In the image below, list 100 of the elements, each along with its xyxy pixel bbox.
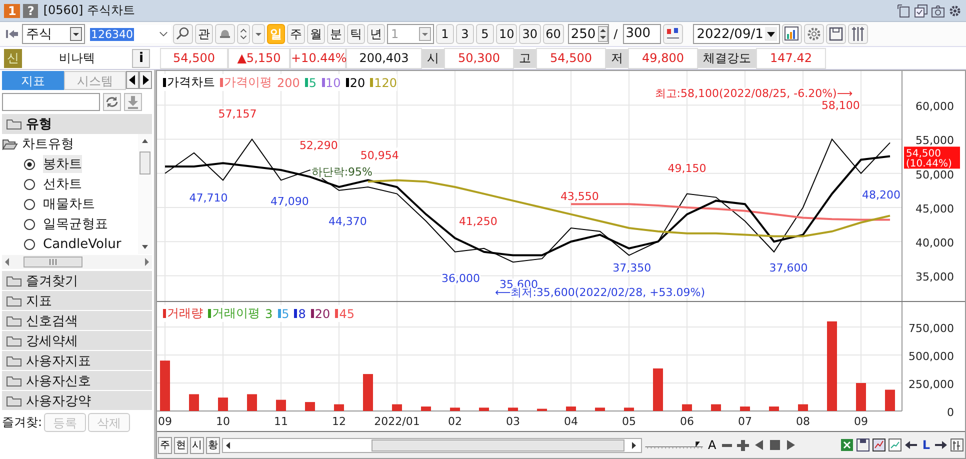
window-check-icon[interactable] — [914, 4, 928, 18]
search-icon[interactable] — [173, 24, 193, 44]
dropdown-icon[interactable] — [70, 27, 82, 41]
legend-item: 8 — [294, 305, 306, 322]
folder-item[interactable]: 사용자강약 — [2, 391, 152, 410]
radio-button[interactable] — [24, 198, 35, 210]
view-button[interactable]: 황 — [206, 436, 220, 454]
dropdown-icon[interactable] — [765, 27, 778, 41]
price-annotation: 하단락:95% — [311, 165, 372, 178]
date-select[interactable]: 2022/09/1 — [692, 24, 780, 44]
settings-icon[interactable] — [948, 4, 962, 18]
price-annotation: 57,157 — [218, 107, 257, 120]
refresh-icon[interactable] — [103, 93, 121, 111]
section-header[interactable]: 유형 — [2, 114, 152, 134]
last-button[interactable]: L — [920, 438, 932, 452]
period-tab[interactable]: 월 — [307, 24, 325, 44]
camera-icon[interactable] — [931, 4, 945, 18]
new-listing-badge: 신 — [4, 48, 22, 68]
legend-item: 5 — [304, 74, 317, 91]
tools-icon[interactable] — [950, 438, 964, 452]
interval-button[interactable]: 3 — [456, 24, 474, 44]
price-annotation: 37,350 — [612, 262, 652, 275]
stock-name: 비나텍 — [58, 50, 96, 66]
period-tab[interactable]: 틱 — [347, 24, 365, 44]
folder-item[interactable]: 즐겨찾기 — [2, 271, 152, 290]
plus-icon[interactable] — [736, 438, 750, 452]
chart-type-option[interactable]: 매물차트 — [43, 195, 95, 213]
info-button[interactable]: i — [132, 48, 150, 68]
axis-label: 05 — [622, 415, 636, 428]
tree-label[interactable]: 차트유형 — [22, 135, 74, 153]
radio-button[interactable] — [24, 238, 35, 250]
radio-button[interactable] — [24, 158, 35, 170]
dropdown-caret-icon[interactable] — [252, 24, 265, 44]
period-tab[interactable]: 년 — [367, 24, 385, 44]
radio-button[interactable] — [24, 178, 35, 190]
period-tab[interactable]: 분 — [327, 24, 345, 44]
right-arrow-icon[interactable] — [934, 438, 948, 452]
axis-label: 09 — [854, 415, 868, 428]
chart-type-option[interactable]: 선차트 — [43, 175, 82, 193]
interval-button[interactable]: 10 — [496, 24, 518, 44]
axis-label: 50,000 — [916, 168, 954, 182]
view-button[interactable]: 현 — [174, 436, 188, 454]
legend-item: 가격차트 — [163, 74, 215, 91]
price-annotation: 44,370 — [328, 214, 367, 228]
period-tab[interactable]: 주 — [287, 24, 305, 44]
help-button[interactable]: ? — [23, 4, 38, 18]
line-chart-icon[interactable] — [888, 438, 902, 452]
view-button[interactable]: 시 — [190, 436, 204, 454]
watchlist-button[interactable]: 관 — [195, 24, 213, 44]
chart-type-option[interactable]: 봉차트 — [43, 155, 82, 173]
legend-item: 200 — [277, 74, 300, 91]
folder-item[interactable]: 신호검색 — [2, 311, 152, 330]
stock-code-field[interactable]: 126340 — [87, 25, 171, 43]
legend-item: 20 — [346, 74, 366, 91]
market-select[interactable]: 주식 — [22, 24, 85, 44]
volume-bar — [769, 406, 779, 411]
spin-icon[interactable] — [237, 24, 250, 44]
radio-button[interactable] — [24, 218, 35, 230]
folder-label: 강세약세 — [26, 332, 78, 350]
bell-icon[interactable] — [215, 24, 235, 44]
separator-text: / — [614, 27, 618, 41]
axis-label: 07 — [738, 415, 752, 428]
open-folder-icon[interactable] — [2, 138, 18, 150]
volume-bar — [218, 398, 228, 411]
tab-right-icon[interactable] — [139, 71, 152, 89]
chevron-down-icon[interactable] — [159, 31, 168, 37]
axis-label: 08 — [796, 415, 810, 428]
horizontal-scrollbar[interactable] — [2, 255, 152, 269]
current-price-tag: 54,500 (10.44%) — [904, 146, 960, 170]
legend-item: 5 — [278, 305, 290, 322]
interval-button[interactable]: 5 — [476, 24, 494, 44]
chart-type-option[interactable]: 일목균형표 — [43, 215, 108, 233]
folder-item[interactable]: 사용자지표 — [2, 351, 152, 370]
interval-button[interactable]: 1 — [436, 24, 454, 44]
chart-type-option[interactable]: CandleVolur — [43, 236, 122, 252]
interval-button[interactable]: 60 — [542, 24, 564, 44]
tab-left-icon[interactable] — [126, 71, 139, 89]
axis-label: 02 — [448, 415, 462, 428]
folder-item[interactable]: 사용자신호 — [2, 371, 152, 390]
price-annotation: 최고:58,100(2022/08/25, -6.20%)⟶ — [654, 86, 853, 100]
folder-item[interactable]: 지표 — [2, 291, 152, 310]
total-count-field[interactable]: 300 — [622, 24, 661, 44]
left-arrow-icon[interactable] — [904, 438, 918, 452]
first-page-icon[interactable] — [4, 27, 20, 41]
folder-item[interactable]: 강세약세 — [2, 331, 152, 350]
spreadsheet-icon[interactable] — [840, 438, 854, 452]
chart-window-icon[interactable] — [872, 438, 886, 452]
save-icon[interactable] — [856, 438, 870, 452]
chart-scrollbar[interactable] — [222, 438, 642, 452]
slider-thumb[interactable] — [696, 442, 700, 448]
text-tool-button[interactable]: A — [706, 438, 718, 452]
interval-button[interactable]: 30 — [519, 24, 541, 44]
indicator-search-field[interactable] — [2, 93, 100, 111]
view-button[interactable]: 주 — [158, 436, 172, 454]
pin-window-icon[interactable] — [897, 4, 911, 18]
stop-icon[interactable] — [768, 438, 782, 452]
spinner-icon[interactable] — [598, 26, 608, 42]
view-count-field[interactable]: 250 — [568, 24, 609, 44]
folder-icon — [6, 334, 22, 346]
volume-bar — [595, 408, 605, 411]
